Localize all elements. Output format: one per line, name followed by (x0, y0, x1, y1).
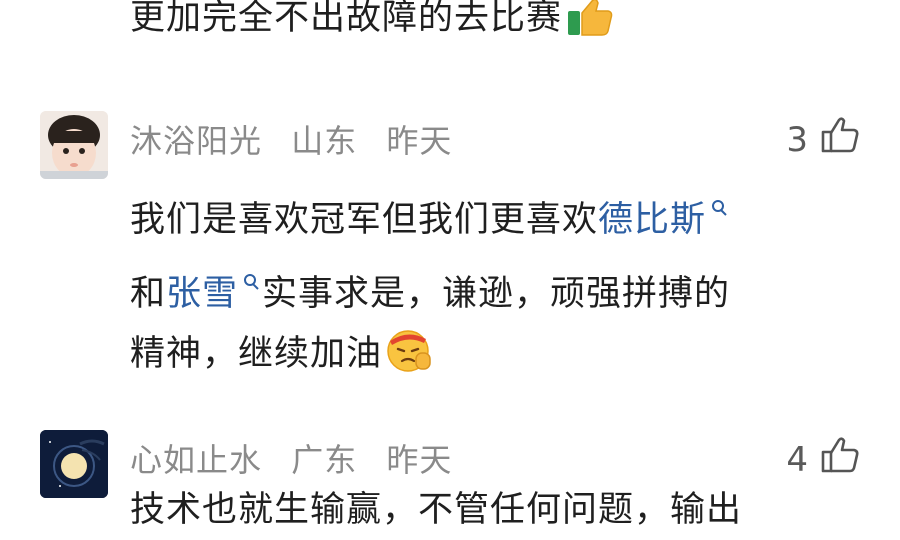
comment-line: 我们是喜欢冠军但我们更喜欢德比斯 (130, 176, 730, 250)
search-icon (242, 250, 260, 310)
avatar[interactable] (40, 430, 108, 498)
username[interactable]: 心如止水 (130, 441, 262, 479)
comment-text-segment: 和 (130, 274, 167, 314)
thumbs-up-emoji-icon (566, 0, 614, 56)
location: 广东 (291, 441, 358, 479)
thumbs-up-icon (820, 116, 860, 163)
location: 山东 (291, 122, 358, 160)
comment-body-partial: 技术也就生输赢，不管任何问题，输出 (130, 490, 743, 530)
salute-emoji-icon (386, 327, 434, 392)
previous-comment-tail: 更加完全不出故障的去比赛 (130, 0, 563, 38)
topic-link[interactable]: 德比斯 (598, 200, 706, 240)
comment-text-segment: 我们是喜欢冠军但我们更喜欢 (130, 200, 599, 240)
avatar[interactable] (40, 111, 108, 179)
comment-line: 和张雪 实事求是，谦逊，顽强拼搏的 (130, 250, 730, 324)
search-icon (710, 176, 728, 236)
comment-meta: 心如止水 广东 昨天 (130, 435, 470, 481)
like-button[interactable]: 3 (786, 116, 860, 163)
like-button[interactable]: 4 (786, 436, 860, 483)
comment-line: 精神，继续加油 (130, 324, 730, 392)
comment-body: 我们是喜欢冠军但我们更喜欢德比斯 和张雪 实事求是，谦逊，顽强拼搏的 精神，继续… (130, 176, 730, 392)
thumbs-up-icon (820, 436, 860, 483)
timestamp: 昨天 (386, 122, 453, 160)
topic-link[interactable]: 张雪 (166, 274, 238, 314)
like-count: 4 (786, 439, 808, 480)
timestamp: 昨天 (386, 441, 453, 479)
comment-text-segment: 精神，继续加油 (130, 334, 383, 374)
comment-meta: 沐浴阳光 山东 昨天 (130, 116, 470, 162)
like-count: 3 (786, 119, 808, 160)
previous-comment-text: 更加完全不出故障的去比赛 (130, 0, 614, 56)
username[interactable]: 沐浴阳光 (130, 122, 262, 160)
comment-text-segment: 实事求是，谦逊，顽强拼搏的 (262, 274, 731, 314)
